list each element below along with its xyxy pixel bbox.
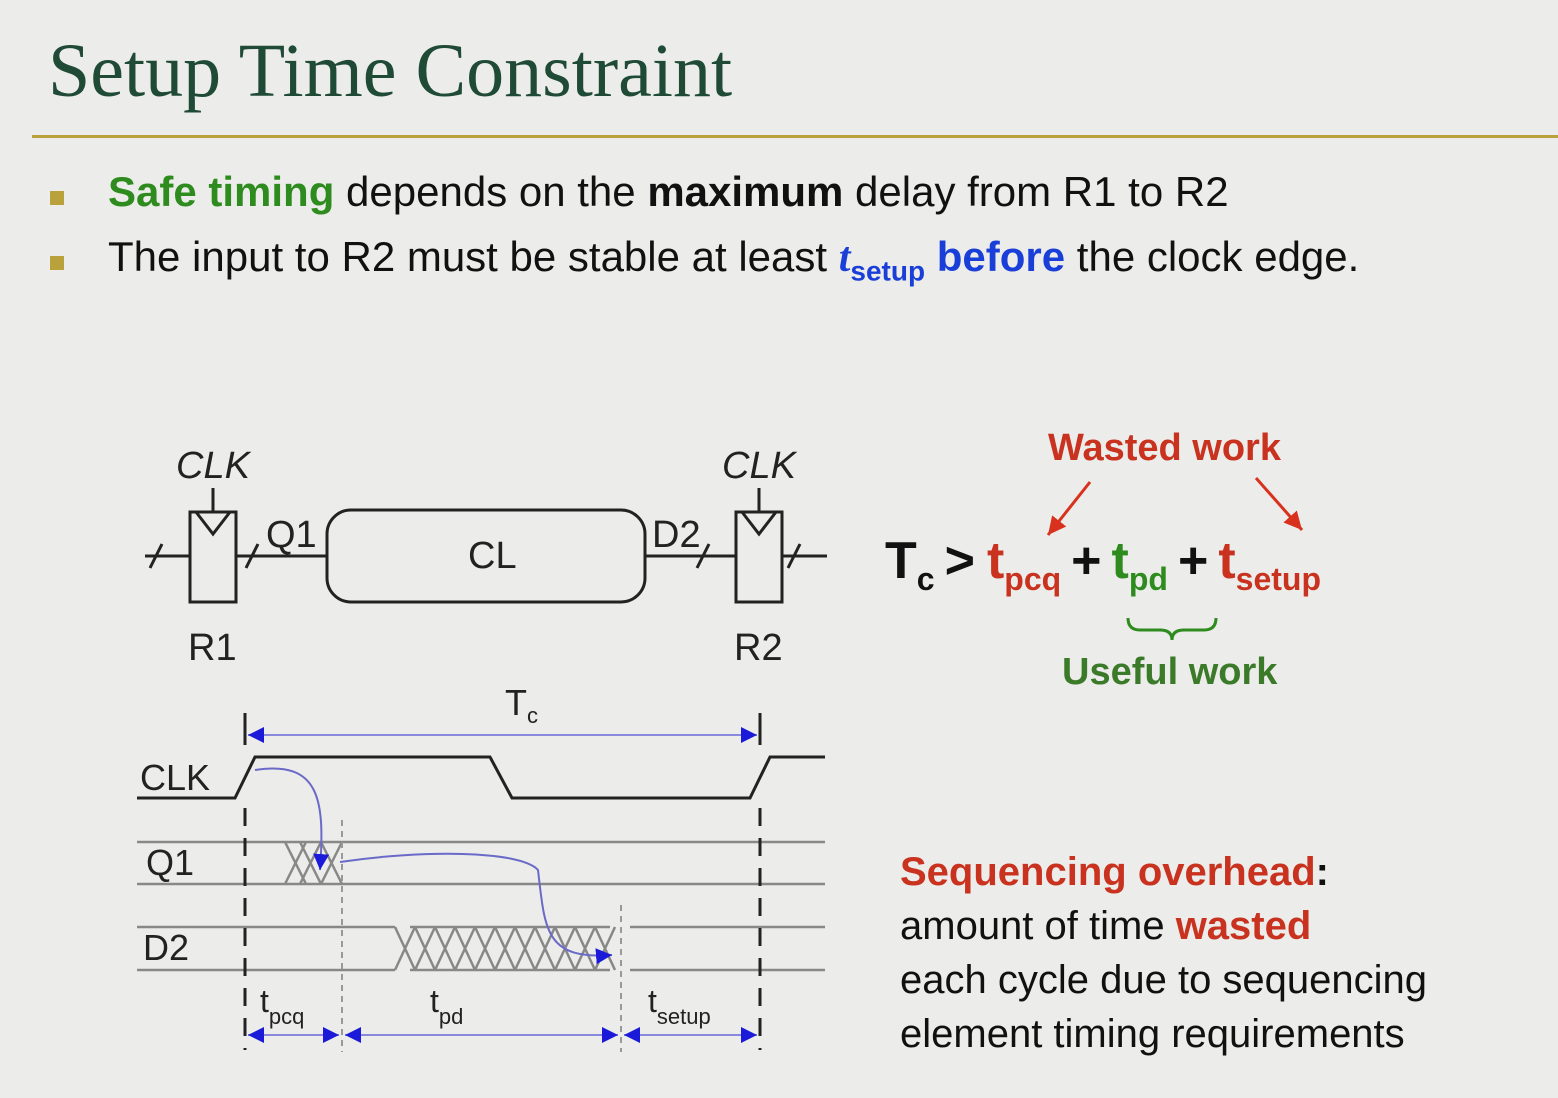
clk-label-r1: CLK <box>176 445 252 487</box>
cl-label: CL <box>468 535 517 577</box>
register-r2 <box>734 510 784 604</box>
tpcq-label: tpcq <box>260 983 304 1029</box>
tsetup-label: tsetup <box>648 983 711 1029</box>
tc-label: Tc <box>505 682 538 728</box>
clk-waveform <box>137 755 825 800</box>
q1-to-d2-arrow <box>339 852 613 965</box>
useful-work-label: Useful work <box>1062 651 1278 693</box>
overhead-definition: Sequencing overhead: amount of time wast… <box>900 845 1427 1061</box>
colon: : <box>1315 850 1329 894</box>
wasted-text: wasted <box>1175 904 1312 948</box>
text: element timing requirements <box>900 1012 1405 1056</box>
r2-label: R2 <box>734 627 783 669</box>
register-r1 <box>188 510 238 604</box>
svg-text:Tc>tpcq+tpd+tsetup: Tc > tpcq + tpd + tsetup <box>885 532 1321 597</box>
overhead-heading: Sequencing overhead <box>900 850 1316 894</box>
clk-to-q1-arrow <box>254 767 330 871</box>
text: amount of time <box>900 904 1176 948</box>
q1-waveform <box>137 840 825 886</box>
signal-q1: Q1 <box>146 842 194 883</box>
wasted-work-label: Wasted work <box>1048 427 1282 469</box>
q1-label: Q1 <box>266 514 317 556</box>
useful-brace <box>1126 617 1218 641</box>
text: each cycle due to sequencing <box>900 958 1428 1002</box>
d2-waveform <box>137 925 825 972</box>
d2-transition-hatch <box>393 926 617 971</box>
d2-label: D2 <box>652 514 701 556</box>
signal-clk: CLK <box>140 757 210 798</box>
signal-d2: D2 <box>143 927 189 968</box>
tpd-label: tpd <box>430 983 463 1029</box>
clk-label-r2: CLK <box>722 445 798 487</box>
r1-label: R1 <box>188 627 237 669</box>
timing-diagram: Tc CLK Q1 D2 tpcq tpd tsetup <box>137 682 825 1052</box>
setup-equation: Wasted work Tc > tpcq + tpd + tsetup Useful wo… <box>885 427 1321 693</box>
